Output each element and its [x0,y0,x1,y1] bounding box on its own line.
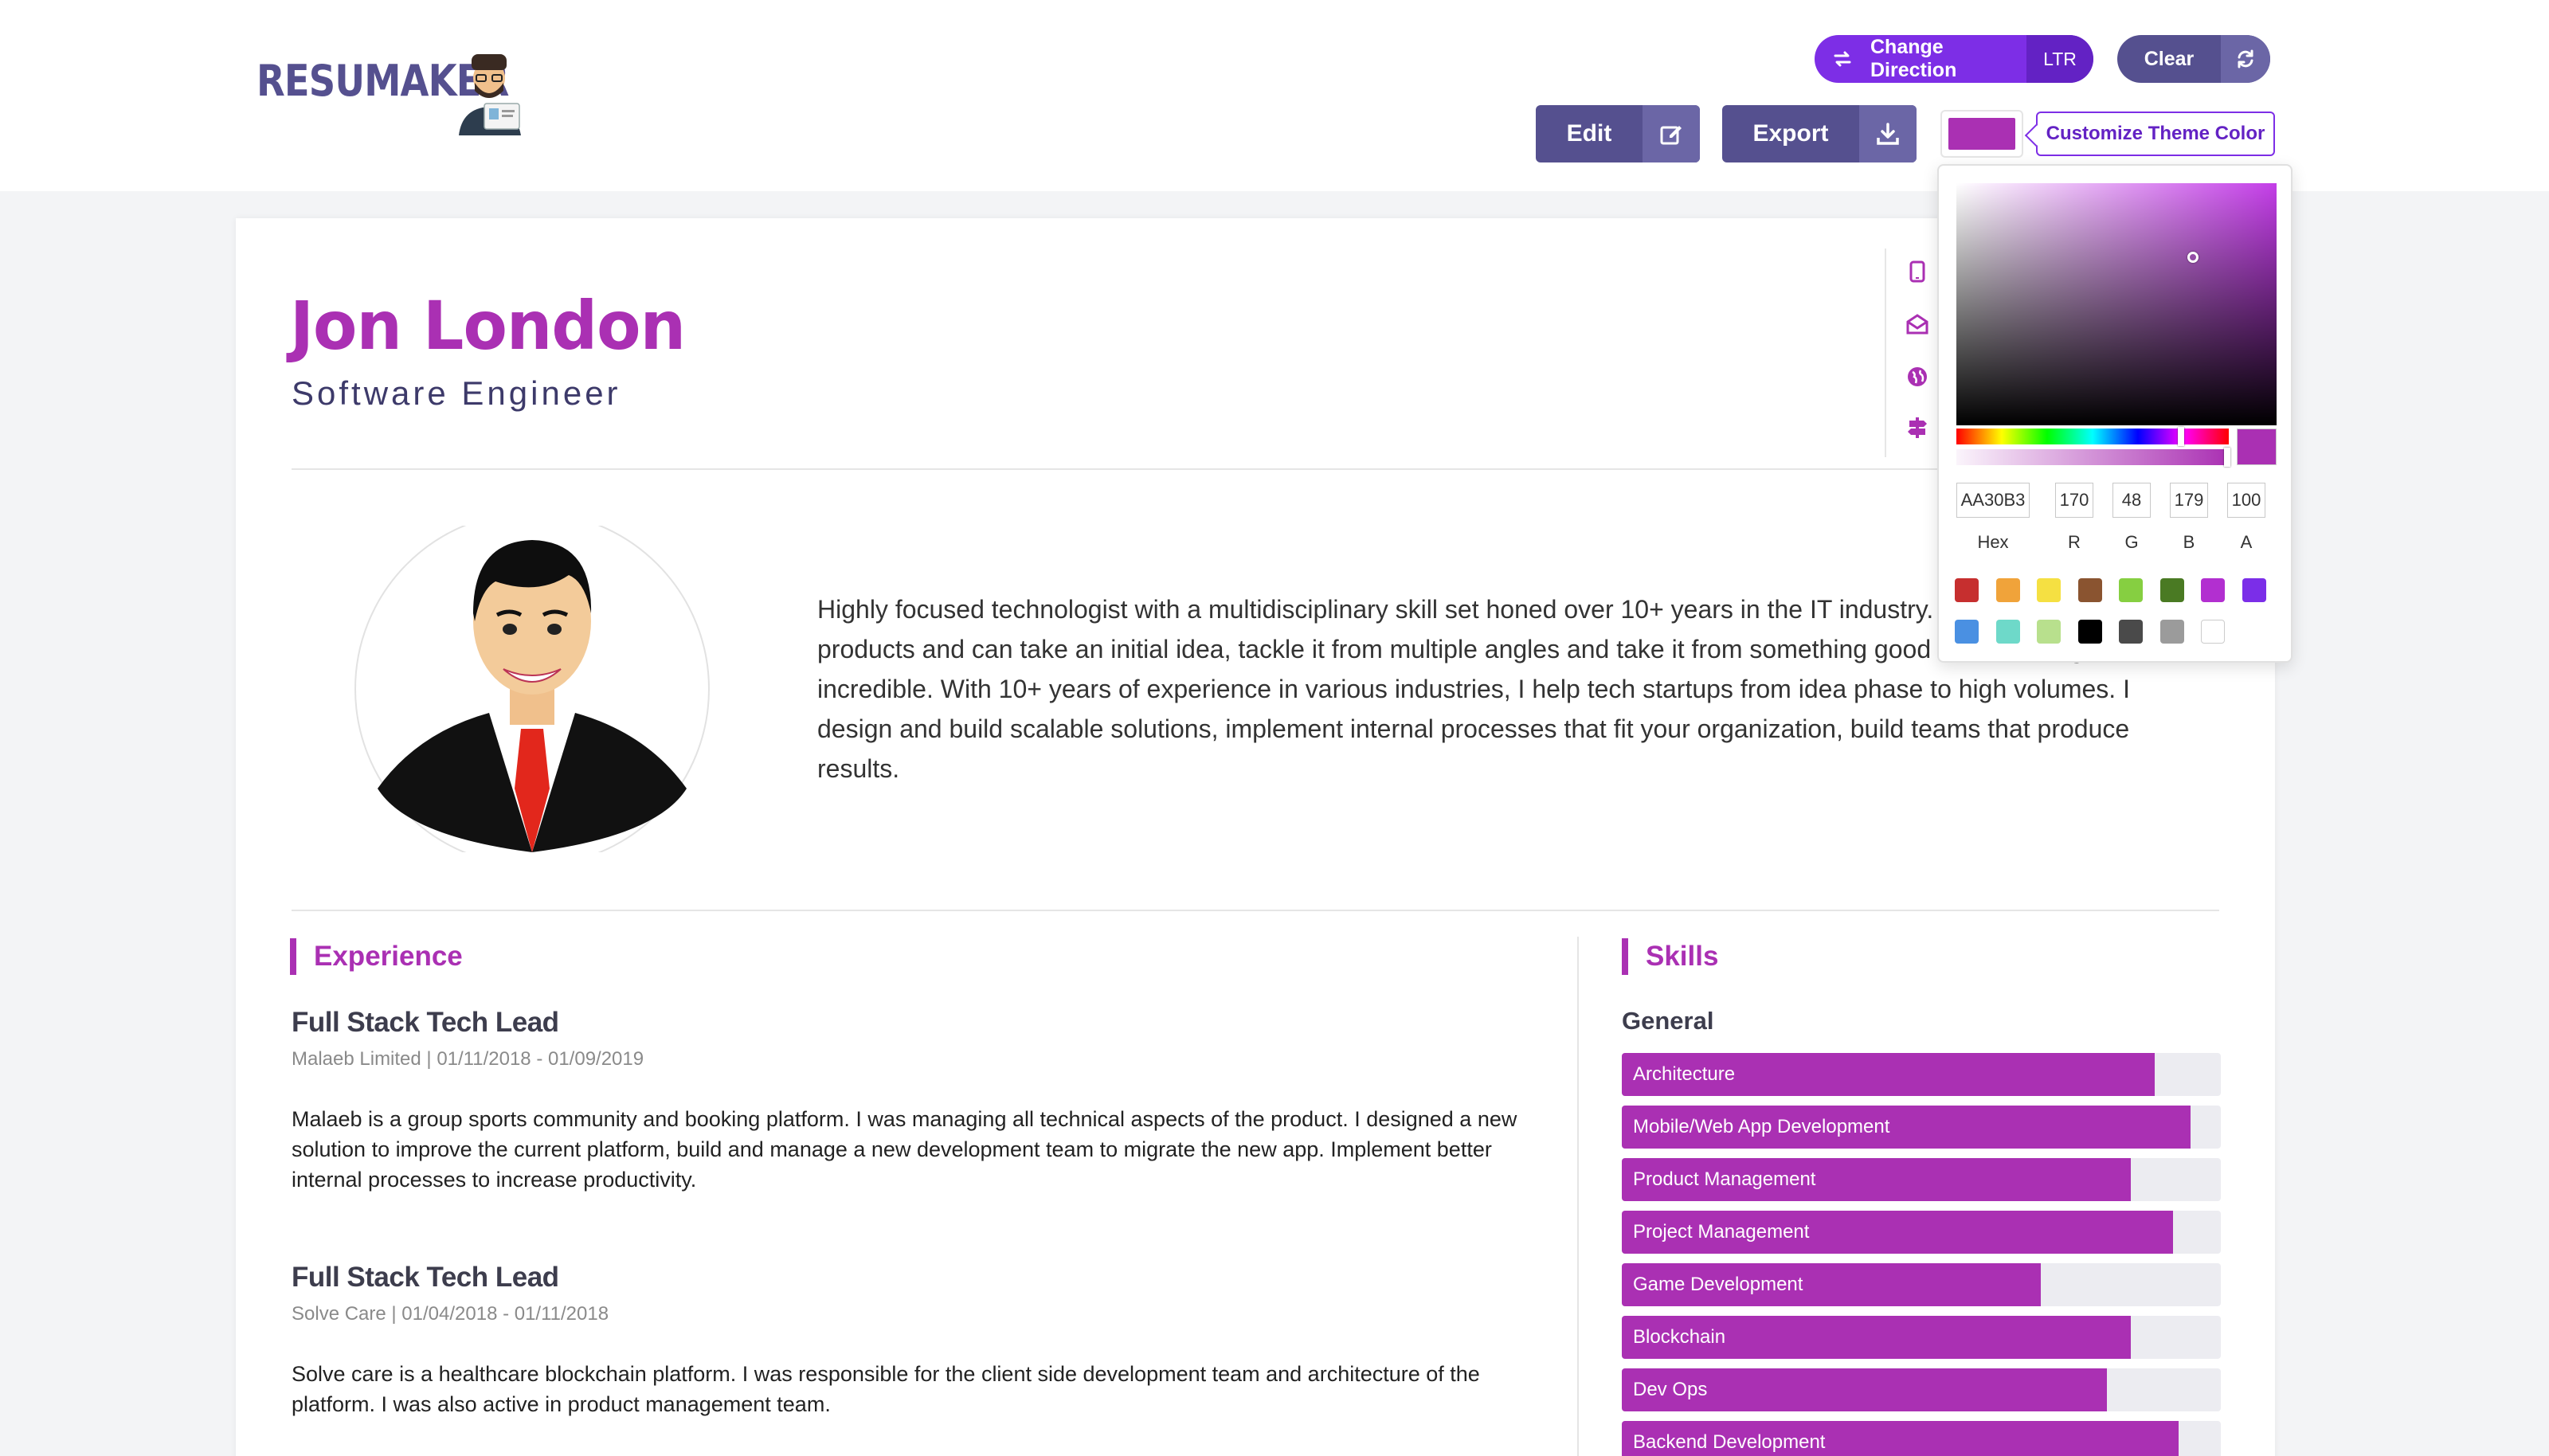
column-divider [1577,937,1579,1456]
theme-color-swatch[interactable] [1940,110,2023,158]
preset-swatch[interactable] [2077,620,2102,644]
job-title[interactable]: Full Stack Tech Lead [292,1007,559,1039]
hex-input[interactable]: AA30B3 [1956,483,2030,518]
preset-swatch[interactable] [2119,620,2143,644]
header-divider [292,468,2219,470]
job-description[interactable]: Solve care is a healthcare blockchain pl… [292,1359,1542,1419]
direction-icon [1815,49,1870,69]
skill-bar[interactable]: Architecture [1622,1053,2221,1096]
experience-heading-label: Experience [314,941,463,972]
job-title[interactable]: Full Stack Tech Lead [292,1262,559,1294]
skill-bar[interactable]: Dev Ops [1622,1368,2221,1411]
logo-character-icon [459,54,521,135]
hue-handle[interactable] [2178,427,2184,446]
theme-color-fill [1948,118,2015,150]
skill-bar-label: Project Management [1633,1221,1810,1243]
download-icon [1859,105,1917,162]
address-icon [1905,416,1929,440]
red-label: R [2068,532,2081,552]
profile-title[interactable]: Software Engineer [292,374,621,413]
profile-name[interactable]: Jon London [290,287,686,365]
refresh-icon [2221,35,2270,83]
saturation-area[interactable] [1956,183,2277,425]
skill-group-title[interactable]: General [1622,1007,1713,1035]
job-meta[interactable]: Solve Care | 01/04/2018 - 01/11/2018 [292,1303,609,1325]
preset-swatch[interactable] [1995,620,2020,644]
heading-marker [1622,938,1628,975]
edit-label: Edit [1566,120,1612,147]
red-input[interactable]: 170 [2055,483,2093,518]
export-button[interactable]: Export [1722,105,1917,162]
job-description[interactable]: Malaeb is a group sports community and b… [292,1104,1542,1195]
saturation-cursor[interactable] [2187,252,2199,263]
alpha-handle[interactable] [2224,448,2230,467]
edit-icon [1643,105,1700,162]
job-meta[interactable]: Malaeb Limited | 01/11/2018 - 01/09/2019 [292,1048,644,1070]
preset-swatch[interactable] [2037,578,2061,602]
skill-bar-label: Backend Development [1633,1431,1826,1453]
clear-label: Clear [2144,47,2195,70]
blue-label: B [2183,532,2195,552]
skill-bar[interactable]: Product Management [1622,1158,2221,1201]
preset-swatch[interactable] [1955,578,1979,602]
skill-bar[interactable]: Backend Development [1622,1421,2221,1456]
preset-swatch[interactable] [2201,620,2225,644]
change-direction-label: Change Direction [1870,36,1957,81]
preset-swatch[interactable] [2159,620,2184,644]
skill-bar-label: Blockchain [1633,1326,1726,1348]
skill-bar[interactable]: Blockchain [1622,1316,2221,1359]
skill-bar[interactable]: Project Management [1622,1211,2221,1254]
experience-heading: Experience [290,938,463,975]
preset-swatch[interactable] [2077,578,2102,602]
alpha-input[interactable]: 100 [2227,483,2265,518]
skills-heading-label: Skills [1646,941,1719,972]
section-divider [292,910,2219,911]
contact-divider [1885,249,1886,457]
skill-bar[interactable]: Game Development [1622,1263,2221,1306]
green-label: G [2124,532,2139,552]
saturation-black-overlay [1956,183,2277,425]
skill-bar-label: Mobile/Web App Development [1633,1116,1890,1137]
skill-bar-label: Dev Ops [1633,1379,1708,1400]
skill-bar-label: Product Management [1633,1168,1816,1190]
preset-swatch[interactable] [2242,578,2266,602]
email-icon [1905,312,1929,336]
blue-input[interactable]: 179 [2170,483,2208,518]
skill-bar[interactable]: Mobile/Web App Development [1622,1106,2221,1149]
mobile-icon [1905,260,1929,284]
skills-heading: Skills [1622,938,1718,975]
alpha-label: A [2240,532,2253,552]
preset-swatch[interactable] [1955,620,1979,644]
edit-button[interactable]: Edit [1536,105,1700,162]
globe-icon [1905,365,1929,389]
color-preview [2237,429,2277,465]
change-direction-button[interactable]: Change Direction LTR [1815,35,2093,83]
export-label: Export [1752,120,1829,147]
skill-bar-label: Architecture [1633,1063,1736,1085]
preset-swatch[interactable] [1995,578,2020,602]
green-input[interactable]: 48 [2112,483,2151,518]
preset-swatch[interactable] [2159,578,2184,602]
customize-theme-tooltip: Customize Theme Color [2036,112,2275,156]
hue-slider[interactable] [1956,427,2229,446]
profile-avatar[interactable] [354,526,711,852]
skill-bar-label: Game Development [1633,1274,1803,1295]
preset-swatch[interactable] [2037,620,2061,644]
direction-value: LTR [2026,35,2093,83]
hex-label: Hex [1977,532,2009,552]
app-logo[interactable]: RESUMAKER [256,54,550,135]
heading-marker [290,938,296,975]
alpha-slider[interactable] [1956,448,2230,467]
preset-swatch[interactable] [2119,578,2143,602]
color-picker-popover: AA30B3 170 48 179 100 Hex R G B A [1937,164,2293,663]
clear-button[interactable]: Clear [2117,35,2270,83]
preset-swatch[interactable] [2201,578,2225,602]
